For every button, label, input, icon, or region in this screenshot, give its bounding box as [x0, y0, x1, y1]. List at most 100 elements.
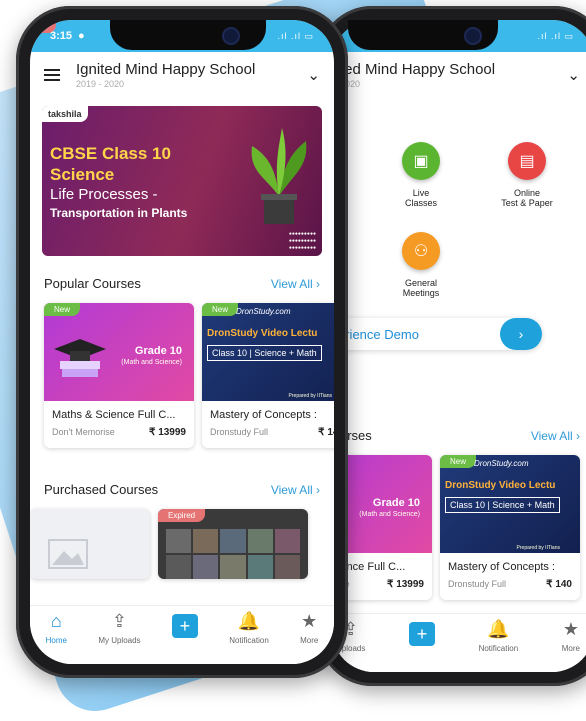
new-badge: New [202, 303, 239, 316]
course-tag: Dronstudy Full [448, 579, 507, 589]
popular-courses-list: Grade 10 (Math and Science) ience Full C… [332, 455, 586, 600]
banner-contact: ●●●●●●●●● ●●●●●●●●● ●●●●●●●●● [288, 231, 316, 251]
thumb-box: Class 10 | Science + Math [207, 345, 322, 361]
course-name: Maths & Science Full C... [52, 409, 176, 421]
star-icon: ★ [301, 611, 318, 631]
banner-line-2: Science [50, 165, 115, 184]
tab-add[interactable]: + [171, 612, 198, 638]
chevron-down-icon[interactable]: ⌄ [307, 66, 320, 84]
course-tag: Don't Memorise [52, 427, 115, 437]
plant-illustration [251, 128, 307, 224]
app-header: ted Mind Happy School 2020 ⌄ [332, 52, 586, 98]
bell-icon: 🔔 [487, 619, 510, 639]
expired-badge: Expired [158, 509, 206, 522]
purchased-card[interactable]: Expired [158, 509, 308, 579]
video-grid [166, 529, 300, 579]
upload-icon: ⇪ [111, 611, 127, 631]
bottom-tab-bar: ⇪ Uploads + 🔔 Notification ★ More [332, 613, 586, 672]
thumb-foot: Prepared by IITians [516, 545, 560, 551]
live-classes-icon: ▣ [402, 142, 440, 180]
course-price: ₹ 13999 [387, 579, 424, 590]
course-price: ₹ 140 [546, 579, 572, 590]
star-icon: ★ [562, 619, 579, 639]
course-card[interactable]: New Grade 10 (Math and Science) Maths & … [44, 303, 194, 448]
online-test-action[interactable]: ▤ Online Test & Paper [486, 142, 568, 208]
thumb-head: DronStudy.com [236, 307, 291, 316]
meetings-icon: ⚇ [402, 232, 440, 270]
section-title: Popular Courses [44, 276, 141, 291]
phone-notch [348, 20, 498, 50]
new-badge: New [44, 303, 81, 316]
thumb-title: Grade 10 [134, 345, 182, 357]
brand-logo: takshila [42, 106, 88, 122]
course-tag: Dronstudy Full [210, 427, 269, 437]
course-name: Mastery of Concepts : [210, 409, 317, 421]
chevron-down-icon[interactable]: ⌄ [567, 66, 580, 84]
course-thumbnail: New Grade 10 (Math and Science) [44, 303, 194, 401]
thumb-foot: Prepared by IITians [288, 393, 332, 399]
thumb-subtitle: (Math and Science) [359, 511, 420, 518]
notification-dot-icon: ● [78, 30, 85, 42]
section-title: Purchased Courses [44, 482, 159, 497]
experience-demo-button[interactable]: erience Demo › [332, 318, 542, 350]
popular-courses-list: New Grade 10 (Math and Science) Maths & … [30, 303, 334, 448]
tab-home[interactable]: ⌂ Home [46, 612, 67, 645]
bottom-tab-bar: ⌂ Home ⇪ My Uploads + 🔔 Notification ★ M… [30, 605, 334, 664]
home-icon: ⌂ [50, 611, 62, 631]
thumb-head: DronStudy.com [474, 459, 529, 468]
tab-my-uploads[interactable]: ⇪ My Uploads [98, 612, 140, 645]
thumb-title: Grade 10 [372, 497, 420, 509]
view-all-link[interactable]: View All › [271, 483, 320, 497]
course-meta: Don't Memorise ₹ 13999 [44, 421, 194, 448]
live-classes-label: Live Classes [404, 188, 437, 208]
tab-add[interactable]: + [408, 620, 435, 646]
popular-section-header: Popular Courses View All › [30, 276, 334, 291]
school-year: 2019 - 2020 [76, 79, 125, 89]
live-classes-action[interactable]: ▣ Live Classes [386, 142, 456, 208]
plus-icon: + [408, 622, 435, 646]
thumb-box: Class 10 | Science + Math [445, 497, 560, 513]
thumb-subtitle: (Math and Science) [121, 359, 182, 366]
school-title: ted Mind Happy School [340, 61, 496, 78]
view-all-link[interactable]: View All › [531, 429, 580, 443]
general-meetings-action[interactable]: ⚇ General Meetings [386, 232, 456, 298]
school-title: Ignited Mind Happy School [76, 61, 256, 78]
graduation-cap-icon [54, 339, 106, 377]
thumb-title: DronStudy Video Lectu [207, 328, 318, 339]
phone-left-screen: 3:15 ● .ıl .ıl ▭ Ignited Mind Happy Schoo… [30, 20, 334, 664]
test-paper-icon: ▤ [508, 142, 546, 180]
plus-icon: + [171, 614, 198, 638]
tab-notification[interactable]: 🔔 Notification [229, 612, 269, 645]
phone-right: .ıl .ıl ▭ ted Mind Happy School 2020 ⌄ ▣… [318, 6, 586, 686]
course-price: ₹ 13999 [149, 427, 186, 438]
demo-label: erience Demo [338, 326, 419, 342]
course-card[interactable]: New DronStudy.com DronStudy Video Lectu … [202, 303, 334, 448]
bell-icon: 🔔 [237, 611, 261, 631]
banner-line-1: CBSE Class 10 [50, 144, 171, 163]
app-header: Ignited Mind Happy School 2019 - 2020 ⌄ [30, 52, 334, 98]
course-price: ₹ 140 [318, 427, 334, 438]
chevron-right-icon: › [500, 318, 542, 350]
online-test-label: Online Test & Paper [501, 188, 553, 208]
phone-left: 3:15 ● .ıl .ıl ▭ Ignited Mind Happy Schoo… [16, 6, 348, 678]
tab-more[interactable]: ★ More [300, 612, 318, 645]
purchased-section-header: Purchased Courses View All › [30, 482, 334, 497]
promo-banner[interactable]: takshila CBSE Class 10 Science Life Proc… [42, 106, 322, 256]
view-all-link[interactable]: View All › [271, 277, 320, 291]
purchased-courses-list: red Expired [30, 20, 334, 579]
course-card[interactable]: New DronStudy.com DronStudy Video Lectu … [440, 455, 580, 600]
course-meta: Dronstudy Full ₹ 140 [440, 573, 580, 600]
purchased-card[interactable]: red [30, 20, 150, 579]
menu-icon[interactable] [44, 69, 60, 81]
tab-more[interactable]: ★ More [562, 620, 580, 653]
course-thumbnail: New DronStudy.com DronStudy Video Lectu … [202, 303, 334, 401]
course-meta: Dronstudy Full ₹ 140 [202, 421, 334, 448]
image-placeholder-icon [48, 539, 88, 569]
phone-right-screen: .ıl .ıl ▭ ted Mind Happy School 2020 ⌄ ▣… [332, 20, 586, 672]
signal-icon: .ıl .ıl ▭ [537, 30, 574, 41]
general-meetings-label: General Meetings [402, 278, 440, 298]
camera-icon [222, 27, 240, 45]
new-badge: New [440, 455, 477, 468]
tab-notification[interactable]: 🔔 Notification [479, 620, 519, 653]
camera-icon [464, 27, 482, 45]
